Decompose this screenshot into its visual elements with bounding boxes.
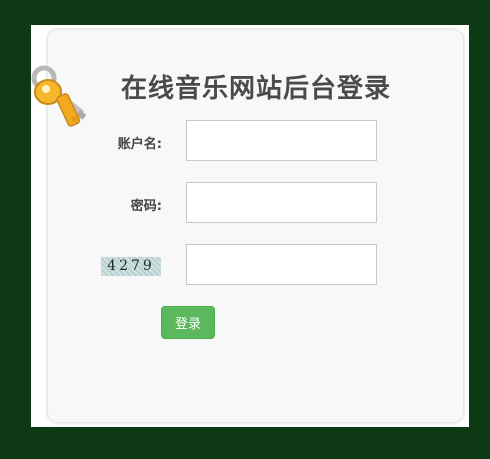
username-input[interactable] (186, 120, 377, 161)
keys-icon (31, 65, 87, 127)
password-input[interactable] (186, 182, 377, 223)
username-label: 账户名: (117, 137, 162, 152)
login-button[interactable]: 登录 (161, 306, 215, 339)
captcha-image[interactable]: 4279 (101, 257, 161, 276)
password-label: 密码: (130, 199, 162, 214)
captcha-input[interactable] (186, 244, 377, 285)
page-title: 在线音乐网站后台登录 (121, 74, 392, 104)
